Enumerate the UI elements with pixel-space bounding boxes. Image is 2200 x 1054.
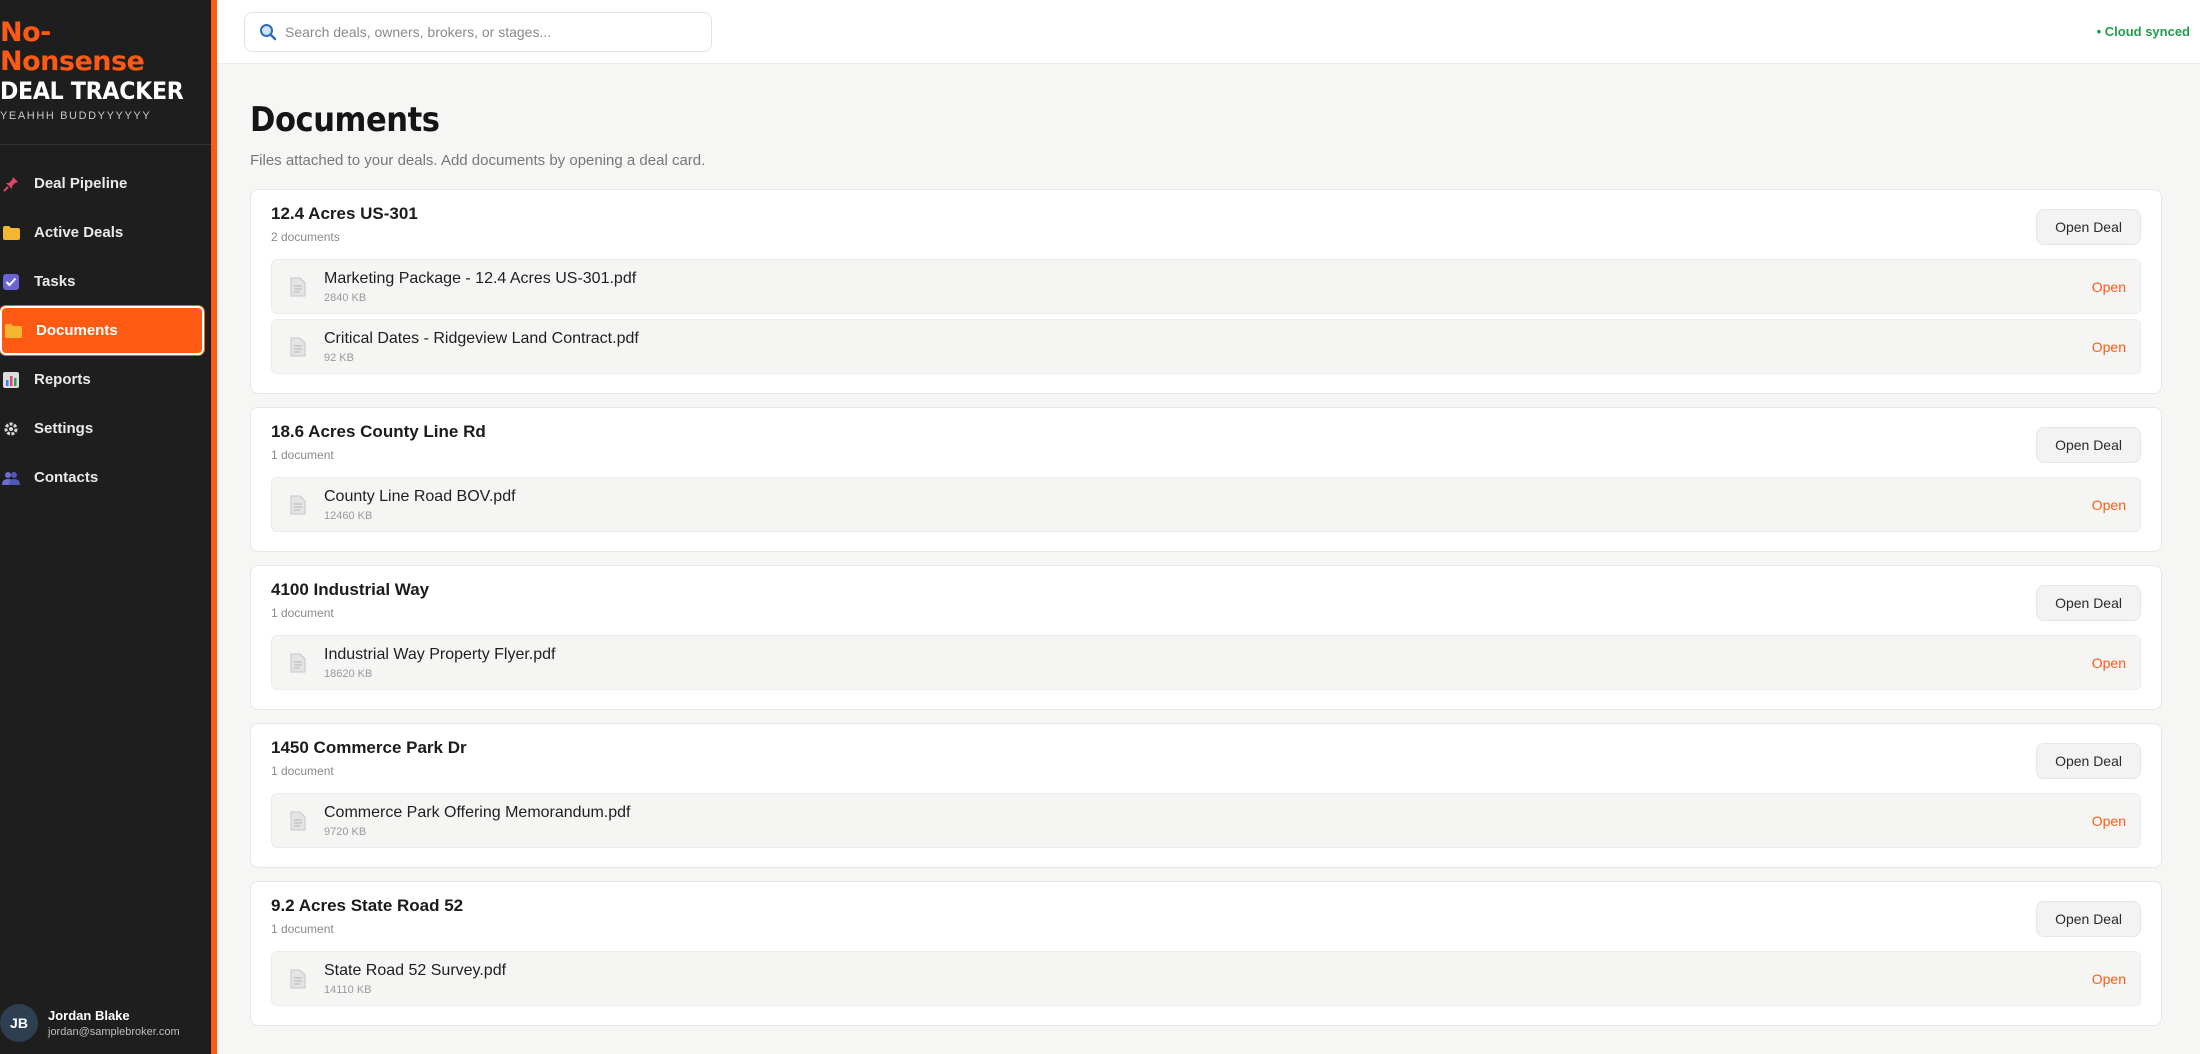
sidebar-item-active-deals[interactable]: Active Deals — [0, 208, 204, 257]
document-size: 18620 KB — [324, 667, 373, 680]
deal-document-count: 1 document — [271, 606, 334, 620]
open-document-link[interactable]: Open — [2092, 497, 2126, 513]
topbar: • Cloud synced — [217, 0, 2200, 64]
document-row[interactable]: Commerce Park Offering Memorandum.pdf 97… — [271, 793, 2141, 848]
document-icon — [290, 495, 306, 514]
sidebar-item-deal-pipeline[interactable]: Deal Pipeline — [0, 159, 204, 208]
avatar: JB — [0, 1004, 38, 1042]
deal-card: 4100 Industrial Way 1 document Open Deal… — [250, 565, 2162, 710]
sidebar-item-label: Tasks — [34, 273, 76, 290]
document-name: State Road 52 Survey.pdf — [324, 961, 507, 979]
open-document-link[interactable]: Open — [2092, 813, 2126, 829]
document-name: Commerce Park Offering Memorandum.pdf — [324, 803, 631, 821]
deal-document-count: 1 document — [271, 448, 334, 462]
brand-line-1: No- — [0, 17, 51, 48]
sidebar-item-label: Reports — [34, 371, 91, 388]
deal-document-count: 1 document — [271, 922, 334, 936]
deal-document-count: 2 documents — [271, 230, 340, 244]
user-name: Jordan Blake — [48, 1008, 130, 1023]
brand-logo[interactable]: No- Nonsense DEAL TRACKER YEAHHH BUDDYYY… — [0, 0, 211, 145]
document-row[interactable]: State Road 52 Survey.pdf 14110 KB Open — [271, 951, 2141, 1006]
user-profile[interactable]: JB Jordan Blake jordan@samplebroker.com — [0, 1004, 180, 1042]
sidebar: No- Nonsense DEAL TRACKER YEAHHH BUDDYYY… — [0, 0, 217, 1054]
brand-tagline: YEAHHH BUDDYYYYYY — [0, 110, 152, 122]
document-name: County Line Road BOV.pdf — [324, 487, 516, 505]
document-icon — [290, 811, 306, 830]
open-deal-button[interactable]: Open Deal — [2036, 743, 2141, 779]
main-area: • Cloud synced Documents Files attached … — [217, 0, 2200, 1054]
deal-name: 9.2 Acres State Road 52 — [271, 896, 464, 915]
sidebar-item-label: Settings — [34, 420, 94, 437]
document-row[interactable]: County Line Road BOV.pdf 12460 KB Open — [271, 477, 2141, 532]
brand-line-3: DEAL TRACKER — [0, 77, 184, 105]
folder-icon — [0, 222, 22, 244]
pin-icon — [0, 173, 22, 195]
sidebar-item-tasks[interactable]: Tasks — [0, 257, 204, 306]
sidebar-nav: Deal Pipeline Active Deals Tasks Documen… — [0, 159, 211, 502]
document-name: Marketing Package - 12.4 Acres US-301.pd… — [324, 269, 637, 287]
deal-name: 12.4 Acres US-301 — [271, 204, 418, 223]
document-size: 9720 KB — [324, 825, 367, 838]
search-box[interactable] — [244, 11, 712, 52]
open-document-link[interactable]: Open — [2092, 655, 2126, 671]
document-row[interactable]: Industrial Way Property Flyer.pdf 18620 … — [271, 635, 2141, 690]
deal-name: 4100 Industrial Way — [271, 580, 430, 599]
app: No- Nonsense DEAL TRACKER YEAHHH BUDDYYY… — [0, 0, 2200, 1054]
document-name: Industrial Way Property Flyer.pdf — [324, 645, 556, 663]
document-icon — [290, 653, 306, 672]
document-size: 92 KB — [324, 351, 354, 364]
sidebar-item-label: Deal Pipeline — [34, 175, 128, 192]
people-icon — [0, 467, 22, 489]
bar-chart-icon — [0, 369, 22, 391]
document-name: Critical Dates - Ridgeview Land Contract… — [324, 329, 639, 347]
open-deal-button[interactable]: Open Deal — [2036, 209, 2141, 245]
open-deal-button[interactable]: Open Deal — [2036, 585, 2141, 621]
open-document-link[interactable]: Open — [2092, 279, 2126, 295]
document-size: 2840 KB — [324, 291, 367, 304]
sidebar-item-contacts[interactable]: Contacts — [0, 453, 204, 502]
sidebar-item-label: Documents — [36, 322, 118, 339]
deal-card: 12.4 Acres US-301 2 documents Open Deal … — [250, 189, 2162, 394]
sync-status: • Cloud synced — [2096, 24, 2190, 39]
sidebar-item-documents[interactable]: Documents — [0, 306, 204, 355]
sidebar-item-settings[interactable]: Settings — [0, 404, 204, 453]
folder-icon — [2, 320, 24, 342]
document-icon — [290, 337, 306, 356]
open-document-link[interactable]: Open — [2092, 971, 2126, 987]
page-title: Documents — [250, 100, 440, 140]
sidebar-item-label: Contacts — [34, 469, 99, 486]
page-subtitle: Files attached to your deals. Add docume… — [250, 152, 706, 169]
open-deal-button[interactable]: Open Deal — [2036, 901, 2141, 937]
sidebar-item-label: Active Deals — [34, 224, 124, 241]
search-input[interactable] — [285, 23, 705, 40]
open-document-link[interactable]: Open — [2092, 339, 2126, 355]
deal-document-count: 1 document — [271, 764, 334, 778]
gear-icon — [0, 418, 22, 440]
deal-card: 9.2 Acres State Road 52 1 document Open … — [250, 881, 2162, 1026]
documents-content: Documents Files attached to your deals. … — [217, 64, 2200, 1039]
deal-name: 1450 Commerce Park Dr — [271, 738, 467, 757]
document-icon — [290, 277, 306, 296]
brand-line-2: Nonsense — [0, 46, 145, 77]
deal-card: 18.6 Acres County Line Rd 1 document Ope… — [250, 407, 2162, 552]
document-icon — [290, 969, 306, 988]
sidebar-item-reports[interactable]: Reports — [0, 355, 204, 404]
open-deal-button[interactable]: Open Deal — [2036, 427, 2141, 463]
document-row[interactable]: Marketing Package - 12.4 Acres US-301.pd… — [271, 259, 2141, 314]
deal-name: 18.6 Acres County Line Rd — [271, 422, 486, 441]
document-size: 14110 KB — [324, 983, 372, 996]
search-icon — [260, 23, 277, 40]
document-row[interactable]: Critical Dates - Ridgeview Land Contract… — [271, 319, 2141, 374]
checkbox-icon — [0, 271, 22, 293]
user-email: jordan@samplebroker.com — [48, 1026, 180, 1038]
deal-card: 1450 Commerce Park Dr 1 document Open De… — [250, 723, 2162, 868]
document-size: 12460 KB — [324, 509, 373, 522]
